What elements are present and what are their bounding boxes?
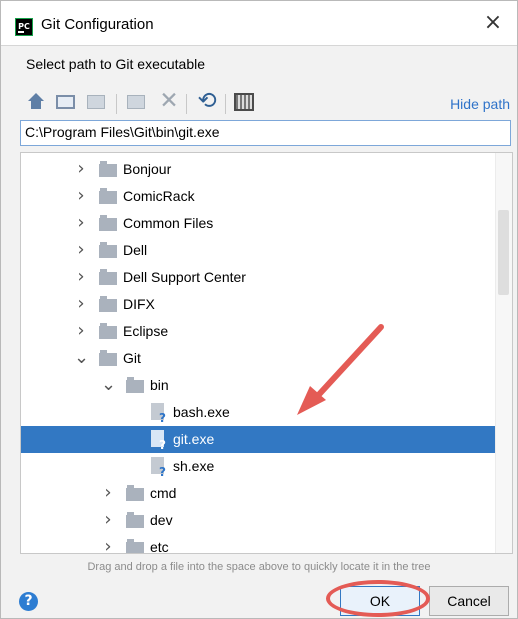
- chevron-right-icon[interactable]: ›: [74, 322, 88, 340]
- tree-file-item[interactable]: ? git.exe: [21, 426, 495, 453]
- tree-folder-item[interactable]: › Bonjour: [21, 156, 495, 183]
- tree-folder-item[interactable]: › etc: [21, 534, 495, 554]
- folder-icon: [126, 485, 144, 501]
- file-tree[interactable]: › etc › dev › cmd? sh.exe? git.exe? bash.exe ⌄ bin…: [20, 152, 513, 554]
- chevron-down-icon[interactable]: ⌄: [74, 349, 89, 367]
- chevron-right-icon[interactable]: ›: [74, 268, 88, 286]
- close-icon[interactable]: ×: [481, 11, 505, 35]
- tree-folder-item[interactable]: › Dell: [21, 237, 495, 264]
- tree-item-label: Git: [123, 350, 141, 366]
- folder-icon: [99, 161, 117, 177]
- folder-icon: [99, 215, 117, 231]
- tree-folder-item[interactable]: › Common Files: [21, 210, 495, 237]
- tree-item-label: dev: [150, 512, 173, 528]
- ok-button[interactable]: OK: [340, 586, 420, 616]
- folder-icon: [126, 377, 144, 393]
- git-configuration-dialog: PC Git Configuration × Select path to Gi…: [0, 0, 518, 619]
- chevron-right-icon[interactable]: ›: [74, 295, 88, 313]
- title-bar: PC Git Configuration ×: [1, 1, 517, 45]
- folder-icon: [99, 323, 117, 339]
- tree-item-label: Common Files: [123, 215, 214, 231]
- home-icon[interactable]: [27, 93, 45, 111]
- dialog-title: Git Configuration: [41, 16, 154, 33]
- tree-item-label: Bonjour: [123, 161, 172, 177]
- tree-folder-item[interactable]: › dev: [21, 507, 495, 534]
- tree-item-label: bin: [150, 377, 169, 393]
- folder-icon: [99, 242, 117, 258]
- chevron-right-icon[interactable]: ›: [101, 484, 115, 502]
- folder-icon: [126, 512, 144, 528]
- tree-item-label: cmd: [150, 485, 177, 501]
- show-hidden-icon[interactable]: [234, 93, 254, 111]
- cancel-button[interactable]: Cancel: [429, 586, 509, 616]
- tree-folder-item[interactable]: › ComicRack: [21, 183, 495, 210]
- chevron-right-icon[interactable]: ›: [74, 241, 88, 259]
- file-chooser-toolbar: ✕ ⟲ Hide path: [1, 84, 517, 120]
- tree-item-label: bash.exe: [173, 404, 230, 420]
- executable-file-icon: ?: [149, 430, 167, 452]
- folder-icon: [99, 350, 117, 366]
- folder-icon: [99, 296, 117, 312]
- tree-folder-item[interactable]: › Dell Support Center: [21, 264, 495, 291]
- new-folder-icon[interactable]: [127, 95, 145, 109]
- tree-file-item[interactable]: ? bash.exe: [21, 399, 495, 426]
- project-icon[interactable]: [87, 95, 105, 109]
- executable-file-icon: ?: [149, 457, 167, 479]
- folder-icon: [99, 188, 117, 204]
- help-icon[interactable]: ?: [19, 592, 38, 611]
- executable-file-icon: ?: [149, 403, 167, 425]
- pycharm-app-icon: PC: [15, 18, 33, 36]
- subtitle-text: Select path to Git executable: [26, 56, 205, 72]
- drag-drop-hint: Drag and drop a file into the space abov…: [87, 561, 431, 573]
- tree-item-label: git.exe: [173, 431, 215, 447]
- folder-icon: [126, 539, 144, 553]
- tree-folder-item[interactable]: ⌄ Git: [21, 345, 495, 372]
- tree-folder-item[interactable]: › cmd: [21, 480, 495, 507]
- chevron-right-icon[interactable]: ›: [101, 511, 115, 529]
- desktop-icon[interactable]: [56, 95, 75, 109]
- chevron-right-icon[interactable]: ›: [74, 160, 88, 178]
- tree-item-label: Dell: [123, 242, 148, 258]
- toolbar-separator: [225, 94, 226, 114]
- tree-folder-item[interactable]: › Eclipse: [21, 318, 495, 345]
- refresh-icon[interactable]: ⟲: [195, 89, 219, 113]
- delete-icon[interactable]: ✕: [158, 89, 180, 113]
- tree-file-item[interactable]: ? sh.exe: [21, 453, 495, 480]
- tree-item-label: ComicRack: [123, 188, 195, 204]
- chevron-down-icon[interactable]: ⌄: [101, 376, 116, 394]
- tree-item-label: DIFX: [123, 296, 155, 312]
- chevron-right-icon[interactable]: ›: [74, 187, 88, 205]
- tree-folder-item[interactable]: ⌄ bin: [21, 372, 495, 399]
- chevron-right-icon[interactable]: ›: [74, 214, 88, 232]
- tree-item-label: sh.exe: [173, 458, 215, 474]
- hide-path-link[interactable]: Hide path: [450, 96, 510, 112]
- dialog-subtitle: Select path to Git executable: [1, 45, 517, 85]
- chevron-right-icon[interactable]: ›: [101, 538, 115, 554]
- toolbar-separator: [186, 94, 187, 114]
- folder-icon: [99, 269, 117, 285]
- tree-folder-item[interactable]: › DIFX: [21, 291, 495, 318]
- path-input[interactable]: C:\Program Files\Git\bin\git.exe: [20, 120, 511, 146]
- tree-item-label: Dell Support Center: [123, 269, 246, 285]
- tree-item-label: etc: [150, 539, 169, 554]
- scrollbar-thumb[interactable]: [498, 210, 509, 295]
- toolbar-separator: [116, 94, 117, 114]
- tree-item-label: Eclipse: [123, 323, 169, 339]
